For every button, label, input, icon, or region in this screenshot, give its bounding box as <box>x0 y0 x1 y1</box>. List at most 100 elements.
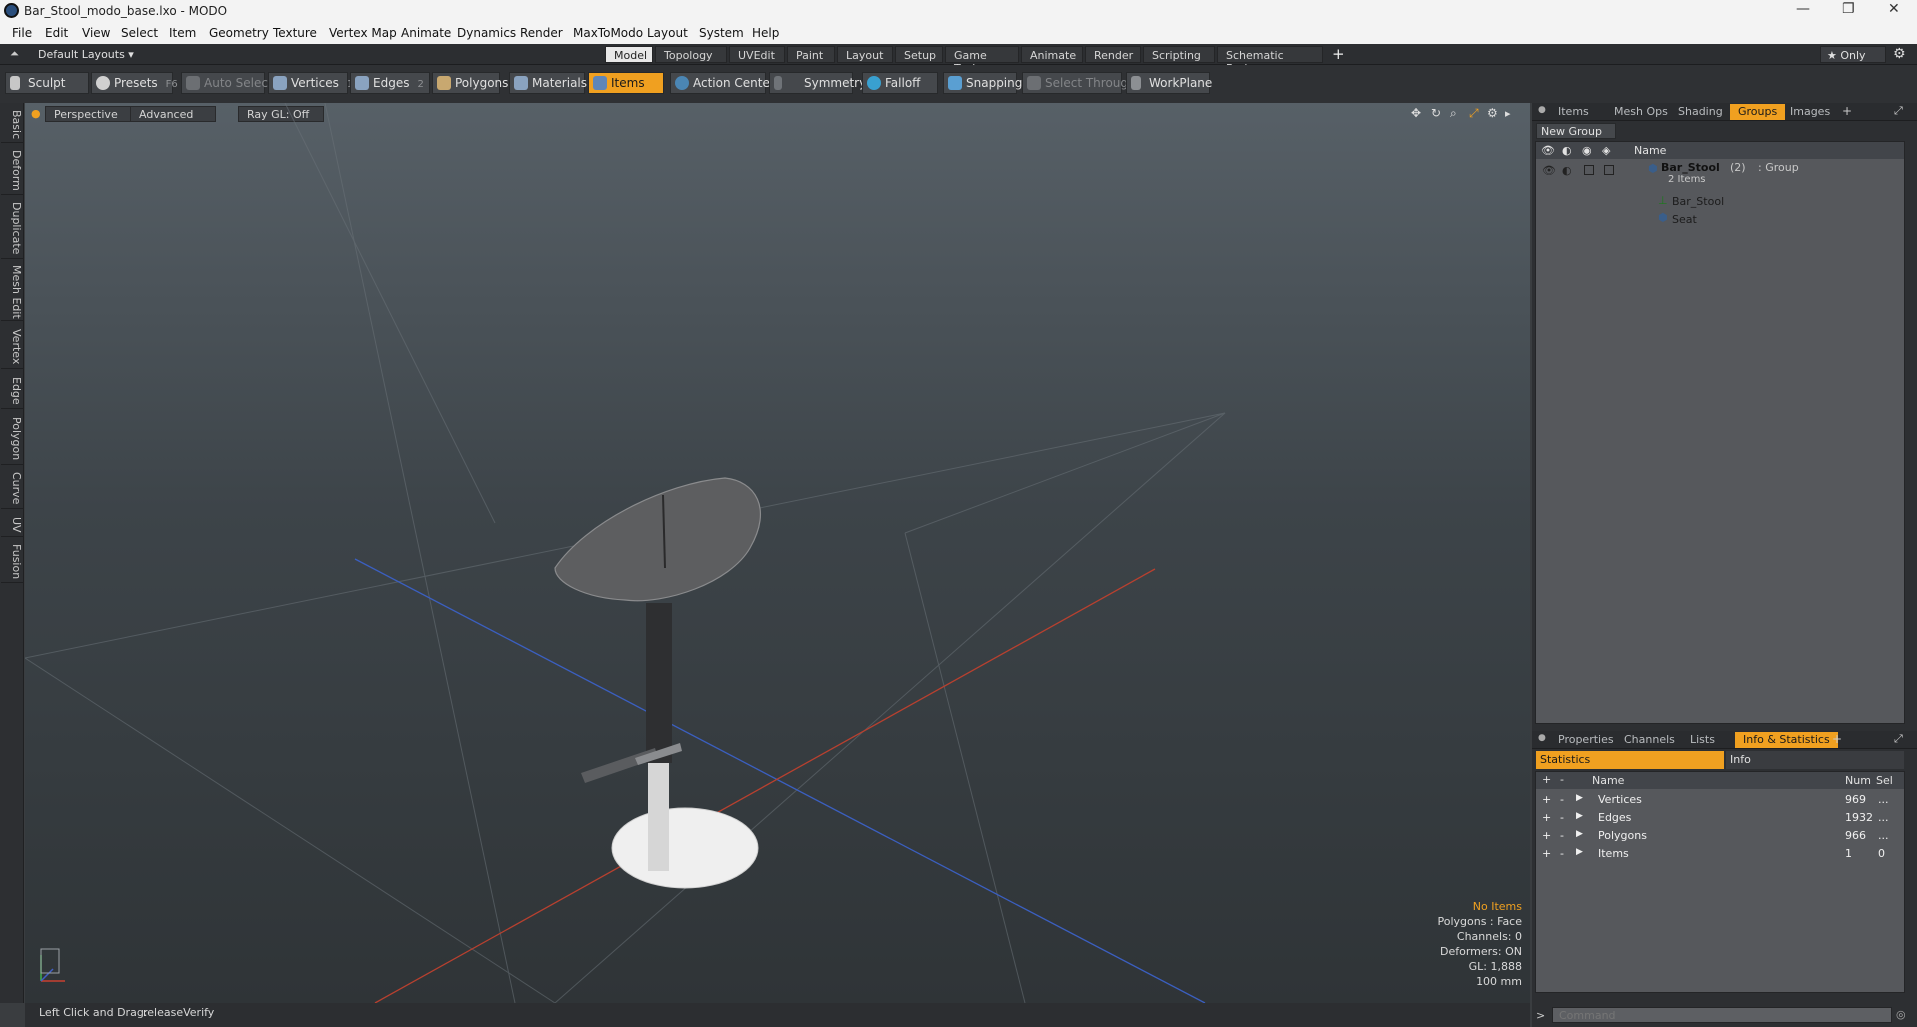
sidetab-deform[interactable]: Deform <box>1 145 23 195</box>
minus-icon[interactable]: - <box>1560 793 1564 806</box>
panel-menu-icon[interactable]: ● <box>1538 105 1546 115</box>
expand-all-button[interactable]: + <box>1542 773 1551 786</box>
only-toggle[interactable]: ★ Only <box>1820 46 1886 63</box>
minimize-button[interactable]: — <box>1796 1 1810 17</box>
new-group-button[interactable]: New Group <box>1536 123 1616 139</box>
snapping-button[interactable]: Snapping <box>943 72 1022 94</box>
tab-model[interactable]: Model <box>605 46 653 63</box>
stat-row-polygons[interactable]: + - ▶ Polygons 966 ... <box>1536 826 1904 844</box>
stat-row-edges[interactable]: + - ▶ Edges 1932 ... <box>1536 808 1904 826</box>
tab-layout[interactable]: Layout <box>837 46 893 63</box>
tab-topology[interactable]: Topology <box>655 46 727 63</box>
menu-select[interactable]: Select <box>121 26 158 40</box>
tab-groups[interactable]: Groups <box>1730 104 1786 120</box>
symmetry-button[interactable]: Symmetry <box>769 72 866 94</box>
tab-scripting[interactable]: Scripting <box>1143 46 1215 63</box>
group-render-icon[interactable]: ◐ <box>1562 164 1572 177</box>
auto-select-button[interactable]: Auto Select <box>181 72 273 94</box>
action-center-button[interactable]: Action Center <box>670 72 775 94</box>
menu-item[interactable]: Item <box>169 26 196 40</box>
plus-icon[interactable]: + <box>1542 793 1551 806</box>
tree-item-bar-stool[interactable]: ⊥ Bar_Stool <box>1536 192 1904 210</box>
tab-lists[interactable]: Lists <box>1682 732 1723 748</box>
visibility-col-icon[interactable]: 👁 <box>1541 144 1555 157</box>
minus-icon[interactable]: - <box>1560 811 1564 824</box>
bar-stool-model[interactable] <box>554 477 761 889</box>
command-history-icon[interactable]: ◎ <box>1896 1008 1906 1021</box>
menu-edit[interactable]: Edit <box>45 26 68 40</box>
tab-game-tools[interactable]: Game Tools <box>945 46 1019 75</box>
tab-mesh-ops[interactable]: Mesh Ops <box>1606 104 1676 120</box>
plus-icon[interactable]: + <box>1542 847 1551 860</box>
polygons-button[interactable]: Polygons <box>432 72 508 94</box>
menu-file[interactable]: File <box>12 26 32 40</box>
expand-arrow-icon[interactable]: ▶ <box>1576 811 1583 821</box>
tab-render[interactable]: Render <box>1085 46 1141 63</box>
name-column-header[interactable]: Name <box>1592 774 1624 787</box>
tab-channels[interactable]: Channels <box>1616 732 1683 748</box>
zoom-icon[interactable]: ⌕ <box>1450 106 1457 120</box>
pan-icon[interactable]: ✥ <box>1411 106 1421 120</box>
menu-render[interactable]: Render <box>520 26 563 40</box>
minus-icon[interactable]: - <box>1560 847 1564 860</box>
collapse-all-button[interactable]: - <box>1560 773 1564 786</box>
gear-icon[interactable]: ⚙ <box>1893 46 1906 62</box>
expand-arrow-icon[interactable]: ▸ <box>1505 107 1511 120</box>
tab-images[interactable]: Images <box>1782 104 1838 120</box>
sidetab-curve[interactable]: Curve <box>1 467 23 509</box>
select-through-button[interactable]: Select Through <box>1022 72 1136 94</box>
viewport-settings-icon[interactable]: ⚙ <box>1487 106 1498 120</box>
tree-item-seat[interactable]: ⬢ Seat <box>1536 210 1904 228</box>
sidetab-mesh-edit[interactable]: Mesh Edit <box>1 261 23 321</box>
sculpt-button[interactable]: Sculpt <box>5 72 89 94</box>
menu-layout[interactable]: Layout <box>647 26 688 40</box>
plus-icon[interactable]: + <box>1542 829 1551 842</box>
statistics-subtab[interactable]: Statistics <box>1536 751 1724 769</box>
name-column-header[interactable]: Name <box>1634 144 1666 157</box>
tab-uvedit[interactable]: UVEdit <box>729 46 785 63</box>
viewport-nav-icons[interactable]: ✥ ↻ ⌕ ⤢ ⚙ ▸ <box>1411 106 1511 120</box>
presets-button[interactable]: Presets F6 <box>91 72 178 94</box>
add-panel-tab-button[interactable]: + <box>1842 104 1852 118</box>
render-col-icon[interactable]: ◐ <box>1562 144 1572 157</box>
menu-system[interactable]: System <box>699 26 744 40</box>
layout-toggle-icon[interactable]: ⏶ <box>10 47 19 61</box>
expand-arrow-icon[interactable]: ▶ <box>1576 793 1583 803</box>
edges-button[interactable]: Edges 2 <box>350 72 430 94</box>
group-visibility-icon[interactable]: 👁 <box>1542 164 1556 177</box>
tab-animate[interactable]: Animate <box>1021 46 1083 63</box>
tab-shading[interactable]: Shading <box>1670 104 1731 120</box>
stat-row-vertices[interactable]: + - ▶ Vertices 969 ... <box>1536 790 1904 808</box>
stat-row-items[interactable]: + - ▶ Items 1 0 <box>1536 844 1904 862</box>
info-subtab[interactable]: Info <box>1726 751 1904 769</box>
group-row-bar-stool[interactable]: 👁 ◐ ⬢ Bar_Stool (2) : Group 2 Items <box>1536 160 1904 190</box>
select-col-icon[interactable]: ◈ <box>1602 144 1610 157</box>
3d-viewport[interactable]: ● Perspective Advanced Ray GL: Off ✥ ↻ ⌕… <box>25 103 1530 1003</box>
sidetab-uv[interactable]: UV <box>1 511 23 537</box>
tab-paint[interactable]: Paint <box>787 46 835 63</box>
command-input[interactable] <box>1552 1007 1892 1023</box>
menu-texture[interactable]: Texture <box>273 26 317 40</box>
close-button[interactable]: ✕ <box>1888 1 1900 17</box>
tab-schematic-fusion[interactable]: Schematic Fusion <box>1217 46 1323 75</box>
sidetab-vertex[interactable]: Vertex <box>1 323 23 369</box>
expand-arrow-icon[interactable]: ▶ <box>1576 847 1583 857</box>
expand-panel-icon[interactable]: ⤢ <box>1894 104 1903 118</box>
group-lock-checkbox[interactable] <box>1584 165 1594 175</box>
expand-panel-icon[interactable]: ⤢ <box>1894 732 1903 746</box>
layout-dropdown[interactable]: Default Layouts ▾ <box>38 48 134 61</box>
num-column-header[interactable]: Num <box>1845 774 1871 787</box>
minus-icon[interactable]: - <box>1560 829 1564 842</box>
sidetab-duplicate[interactable]: Duplicate <box>1 197 23 259</box>
menu-dynamics[interactable]: Dynamics <box>457 26 516 40</box>
menu-maxtomodo[interactable]: MaxToModo <box>573 26 643 40</box>
vertices-button[interactable]: Vertices1 <box>268 72 353 94</box>
panel-menu-icon[interactable]: ● <box>1538 733 1546 743</box>
fit-icon[interactable]: ⤢ <box>1468 106 1479 120</box>
menu-view[interactable]: View <box>82 26 110 40</box>
menu-geometry[interactable]: Geometry <box>209 26 269 40</box>
add-panel-tab-button[interactable]: + <box>1832 732 1842 746</box>
tab-setup[interactable]: Setup <box>895 46 943 63</box>
sidetab-basic[interactable]: Basic <box>1 105 23 143</box>
add-tab-button[interactable]: + <box>1332 45 1345 63</box>
